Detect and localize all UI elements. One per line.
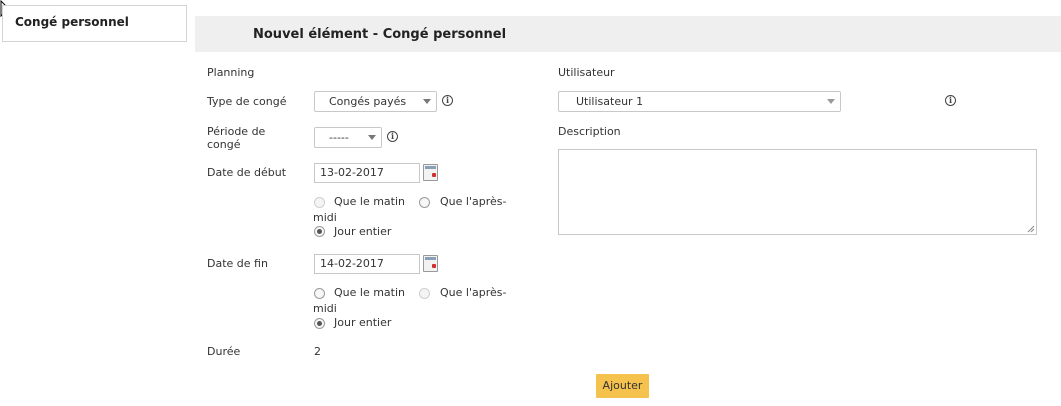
ajouter-button[interactable]: Ajouter xyxy=(596,374,649,398)
radio-debut-jour-entier-label: Jour entier xyxy=(334,225,392,238)
date-debut-label: Date de début xyxy=(207,166,287,179)
date-fin-label: Date de fin xyxy=(207,257,268,270)
form-header: Nouvel élément - Congé personnel xyxy=(195,16,1061,52)
type-conge-value: Congés payés xyxy=(329,95,407,108)
radio-fin-apres-midi-label-cont: midi xyxy=(313,302,337,315)
radio-fin-apres-midi[interactable] xyxy=(419,288,430,299)
periode-label-line1: Période de xyxy=(207,125,266,138)
radio-fin-matin-label: Que le matin xyxy=(334,286,406,299)
radio-fin-jour-entier[interactable] xyxy=(314,318,325,329)
chevron-down-icon xyxy=(368,135,376,140)
periode-conge-select[interactable]: ----- xyxy=(314,127,382,148)
page-title: Nouvel élément - Congé personnel xyxy=(253,27,507,42)
description-textarea[interactable] xyxy=(558,149,1037,235)
sidebar-tab-conge-personnel[interactable]: Congé personnel xyxy=(2,5,187,42)
radio-fin-matin[interactable] xyxy=(314,288,325,299)
description-label: Description xyxy=(558,125,621,138)
radio-fin-apres-midi-label: Que l'après- xyxy=(440,286,507,299)
radio-debut-matin-label: Que le matin xyxy=(334,195,406,208)
type-conge-label: Type de congé xyxy=(207,95,287,108)
radio-debut-apres-midi-label: Que l'après- xyxy=(440,195,507,208)
radio-debut-apres-midi-label-cont: midi xyxy=(313,211,337,224)
radio-fin-jour-entier-label: Jour entier xyxy=(334,316,392,329)
duree-label: Durée xyxy=(207,345,241,358)
resize-handle-icon[interactable] xyxy=(1027,225,1035,233)
periode-conge-label: Période de congé xyxy=(207,125,265,151)
utilisateur-label: Utilisateur xyxy=(558,66,615,79)
calendar-icon[interactable] xyxy=(423,164,438,181)
chevron-down-icon xyxy=(827,99,835,104)
radio-debut-matin[interactable] xyxy=(314,197,325,208)
duree-value: 2 xyxy=(314,345,321,358)
type-conge-select[interactable]: Congés payés xyxy=(314,91,437,112)
info-icon[interactable]: i xyxy=(442,95,453,106)
periode-label-line2: congé xyxy=(207,138,241,151)
utilisateur-value: Utilisateur 1 xyxy=(576,95,644,108)
periode-conge-value: ----- xyxy=(329,131,349,144)
calendar-icon[interactable] xyxy=(423,255,438,272)
chevron-down-icon xyxy=(423,99,431,104)
utilisateur-select[interactable]: Utilisateur 1 xyxy=(558,91,841,112)
radio-debut-apres-midi[interactable] xyxy=(419,197,430,208)
planning-label: Planning xyxy=(207,66,255,79)
date-debut-input[interactable]: 13-02-2017 xyxy=(314,163,420,183)
info-icon[interactable]: i xyxy=(387,131,398,142)
info-icon[interactable]: i xyxy=(945,95,956,106)
sidebar-tab-label: Congé personnel xyxy=(15,15,129,29)
radio-debut-jour-entier[interactable] xyxy=(314,226,325,237)
date-fin-input[interactable]: 14-02-2017 xyxy=(314,254,420,274)
